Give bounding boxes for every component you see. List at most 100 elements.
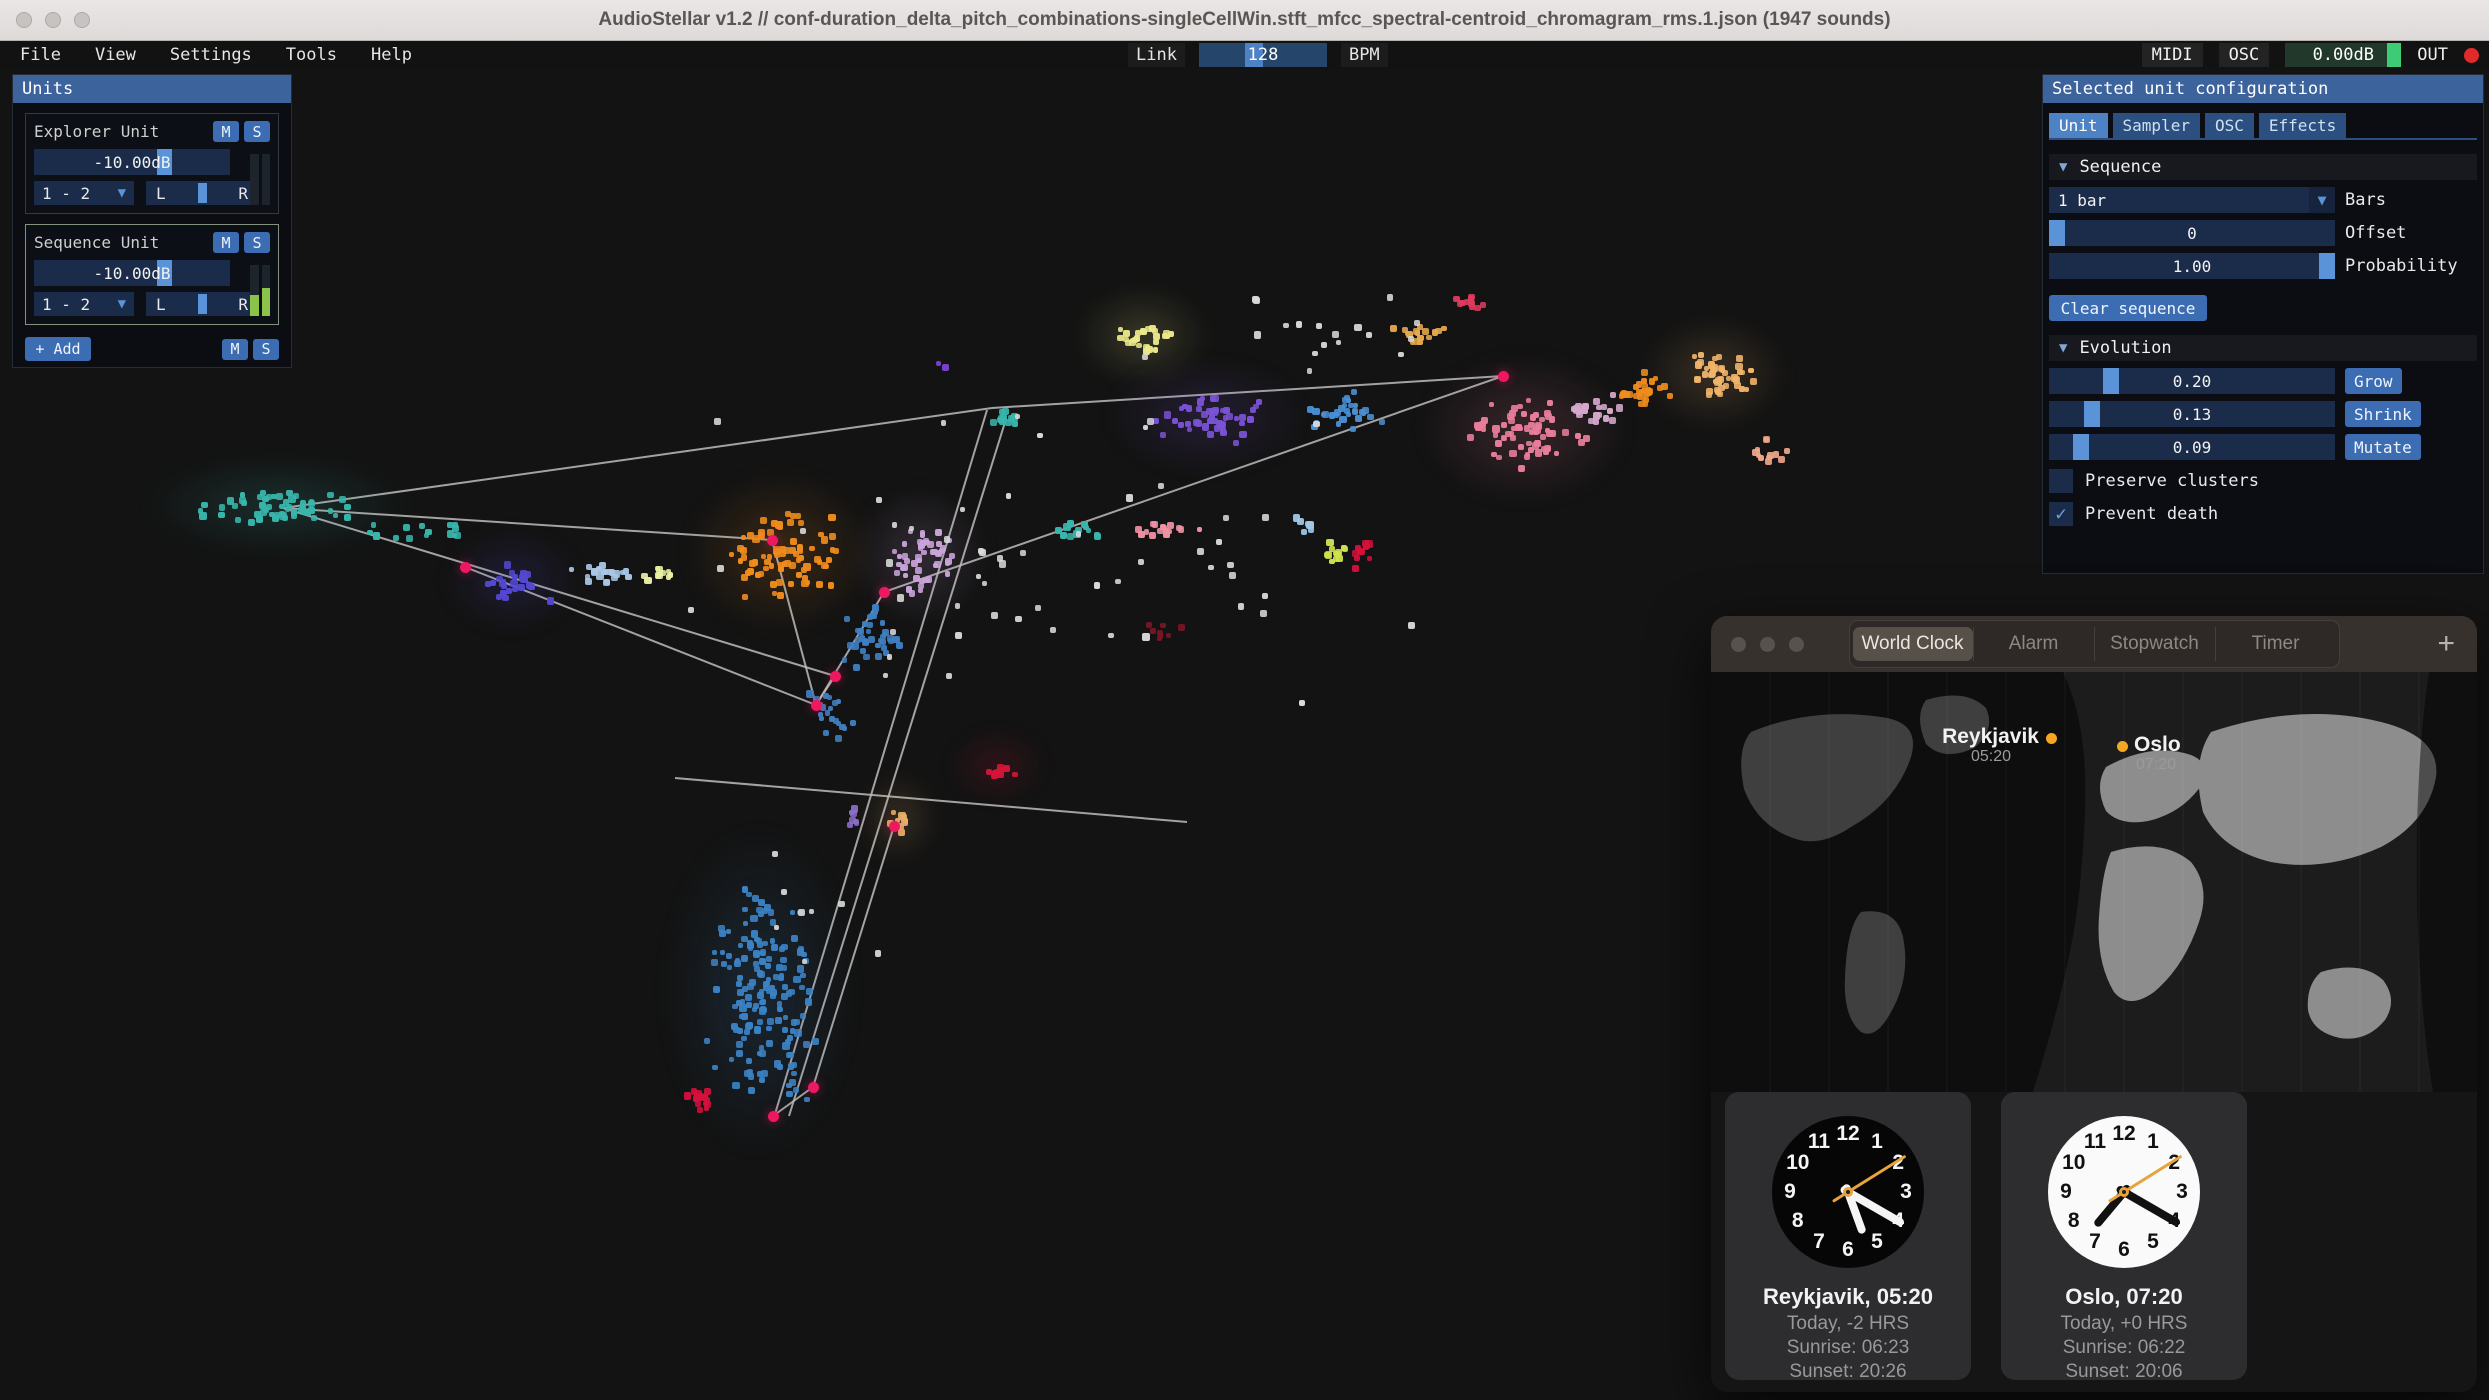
sound-point[interactable] [760,999,766,1005]
sound-point[interactable] [1262,514,1269,521]
tab-effects[interactable]: Effects [2259,113,2346,138]
mutate-slider[interactable]: 0.09 [2049,434,2335,460]
sound-point[interactable] [854,821,859,826]
sound-point[interactable] [1200,396,1205,401]
sound-point[interactable] [781,944,787,950]
sound-point[interactable] [274,512,281,519]
sound-point[interactable] [218,512,224,518]
sound-point[interactable] [743,921,748,926]
sound-point[interactable] [1134,335,1140,341]
sound-point[interactable] [1387,294,1394,301]
sound-point[interactable] [945,571,950,576]
sound-point[interactable] [1509,450,1516,457]
sound-point[interactable] [1657,385,1662,390]
tab-timer[interactable]: Timer [2215,627,2336,661]
sound-point[interactable] [1765,458,1772,465]
sound-point[interactable] [1020,550,1026,556]
sound-point[interactable] [1501,422,1507,428]
sound-point[interactable] [704,1038,710,1044]
sound-point[interactable] [1326,539,1333,546]
sound-point[interactable] [291,509,297,515]
sound-point[interactable] [1390,325,1397,332]
sound-point[interactable] [1603,415,1609,421]
sound-point[interactable] [601,569,607,575]
sound-point[interactable] [1003,765,1010,772]
sound-point[interactable] [783,1015,788,1020]
probability-slider[interactable]: 1.00 [2049,253,2335,279]
sound-point[interactable] [801,567,808,574]
sound-point[interactable] [1201,411,1208,418]
sound-point[interactable] [1313,421,1320,428]
sound-point[interactable] [1748,368,1754,374]
sound-point[interactable] [767,1018,774,1025]
sound-point[interactable] [293,493,298,498]
sound-point[interactable] [898,829,905,836]
sound-point[interactable] [736,981,742,987]
sound-point[interactable] [328,508,333,513]
sound-point[interactable] [913,575,920,582]
close-window-button[interactable] [1731,637,1746,652]
sound-point[interactable] [1496,455,1502,461]
sound-point[interactable] [1216,539,1222,545]
sound-point[interactable] [823,730,829,736]
sound-point[interactable] [745,994,751,1000]
sound-point[interactable] [1521,411,1527,417]
sound-point[interactable] [695,1101,700,1106]
sound-point[interactable] [746,1058,752,1064]
sound-point[interactable] [1366,332,1372,338]
sound-point[interactable] [1714,387,1720,393]
sound-point[interactable] [806,988,813,995]
sound-point[interactable] [520,570,527,577]
sound-point[interactable] [897,594,904,601]
sound-point[interactable] [1239,431,1246,438]
sound-point[interactable] [790,910,795,915]
sound-point[interactable] [1299,700,1305,706]
sound-point[interactable] [1150,628,1156,634]
sound-point[interactable] [585,574,590,579]
sound-point[interactable] [1540,434,1546,440]
sound-point[interactable] [741,936,748,943]
mute-button[interactable]: M [213,232,239,253]
sound-point[interactable] [903,573,908,578]
sound-point[interactable] [1005,419,1012,426]
sound-point[interactable] [1076,531,1081,536]
sound-point[interactable] [1453,296,1459,302]
sound-point[interactable] [748,946,753,951]
sound-point[interactable] [1636,389,1643,396]
sound-point[interactable] [1220,430,1226,436]
sound-point[interactable] [718,925,725,932]
sound-point[interactable] [1146,346,1153,353]
sound-point[interactable] [1643,397,1649,403]
sound-point[interactable] [726,953,732,959]
sound-point[interactable] [1212,395,1219,402]
sound-point[interactable] [933,563,938,568]
sound-point[interactable] [821,562,828,569]
sound-point[interactable] [1367,556,1372,561]
sound-point[interactable] [1055,527,1062,534]
sound-point[interactable] [1138,559,1144,565]
active-sound-point[interactable] [889,821,900,832]
sound-point[interactable] [1379,419,1385,425]
sound-point[interactable] [1469,303,1475,309]
unit-card-explorer[interactable]: Explorer Unit M S -10.00dB 1 - 2 ▼ L R [25,113,279,214]
sound-point[interactable] [1321,342,1327,348]
sound-point[interactable] [496,576,503,583]
sound-point[interactable] [1588,418,1595,425]
active-sound-point[interactable] [808,1082,819,1093]
sound-point[interactable] [782,984,789,991]
sound-point[interactable] [393,535,400,542]
sound-point[interactable] [872,604,879,611]
sound-point[interactable] [257,494,263,500]
sound-point[interactable] [809,546,815,552]
sound-point[interactable] [1708,372,1714,378]
sound-point[interactable] [992,770,999,777]
sound-point[interactable] [1158,483,1164,489]
sound-point[interactable] [789,1079,796,1086]
sound-point[interactable] [791,1071,797,1077]
sound-point[interactable] [756,907,762,913]
sound-point[interactable] [1596,405,1601,410]
sound-point[interactable] [774,546,780,552]
sound-point[interactable] [704,1088,711,1095]
sound-point[interactable] [311,515,318,522]
minimize-window-button[interactable] [1760,637,1775,652]
